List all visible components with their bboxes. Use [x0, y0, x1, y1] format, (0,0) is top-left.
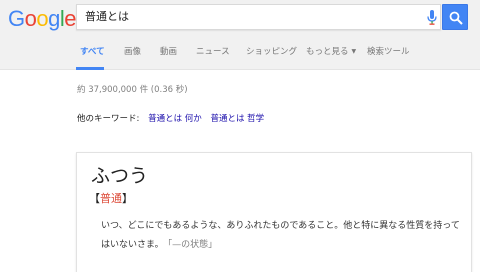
tab-more[interactable]: もっと見る ▼ — [306, 46, 356, 58]
search-button[interactable] — [442, 4, 468, 30]
tab-all[interactable]: すべて — [80, 46, 105, 58]
search-box — [76, 4, 441, 30]
kanji-text: 普通 — [100, 192, 122, 205]
caret-down-icon: ▼ — [351, 48, 357, 55]
search-input[interactable] — [85, 5, 415, 29]
tab-search-tools[interactable]: 検索ツール — [367, 46, 410, 58]
search-tabs: すべて 画像 動画 ニュース ショッピング もっと見る ▼ 検索ツール — [0, 40, 480, 70]
related-keyword-link[interactable]: 普通とは 何か — [148, 114, 202, 124]
tab-images[interactable]: 画像 — [124, 46, 141, 58]
dictionary-definition: いつ、どこにでもあるような、ありふれたものであること。他と特に異なる性質を持って… — [101, 217, 465, 255]
tab-news[interactable]: ニュース — [196, 46, 230, 58]
dictionary-headword: ふつう — [91, 165, 149, 187]
tab-shopping[interactable]: ショッピング — [246, 46, 297, 58]
google-logo[interactable]: Google — [8, 7, 77, 31]
definition-example: 「—の状態」 — [167, 240, 218, 250]
bracket-close: 】 — [122, 192, 133, 205]
active-tab-indicator — [76, 67, 104, 70]
related-keyword-link[interactable]: 普通とは 哲学 — [210, 114, 264, 124]
tab-videos[interactable]: 動画 — [160, 46, 177, 58]
dictionary-card: ふつう 【普通】 いつ、どこにでもあるような、ありふれたものであること。他と特に… — [76, 152, 472, 272]
related-keywords: 他のキーワード: 普通とは 何か 普通とは 哲学 — [77, 112, 264, 124]
definition-text: いつ、どこにでもあるような、ありふれたものであること。他と特に異なる性質を持って… — [101, 221, 460, 250]
bracket-open: 【 — [89, 192, 100, 205]
related-keywords-label: 他のキーワード: — [77, 114, 140, 124]
dictionary-kanji: 【普通】 — [89, 190, 133, 206]
tab-more-label: もっと見る — [306, 47, 349, 57]
microphone-icon[interactable] — [427, 10, 437, 25]
search-icon — [449, 11, 463, 25]
search-header: Google すべて 画像 動画 ニュース ショッピング もっと見る▼ 検索ツー… — [0, 0, 480, 70]
result-stats: 約 37,900,000 件 (0.36 秒) — [77, 85, 188, 95]
